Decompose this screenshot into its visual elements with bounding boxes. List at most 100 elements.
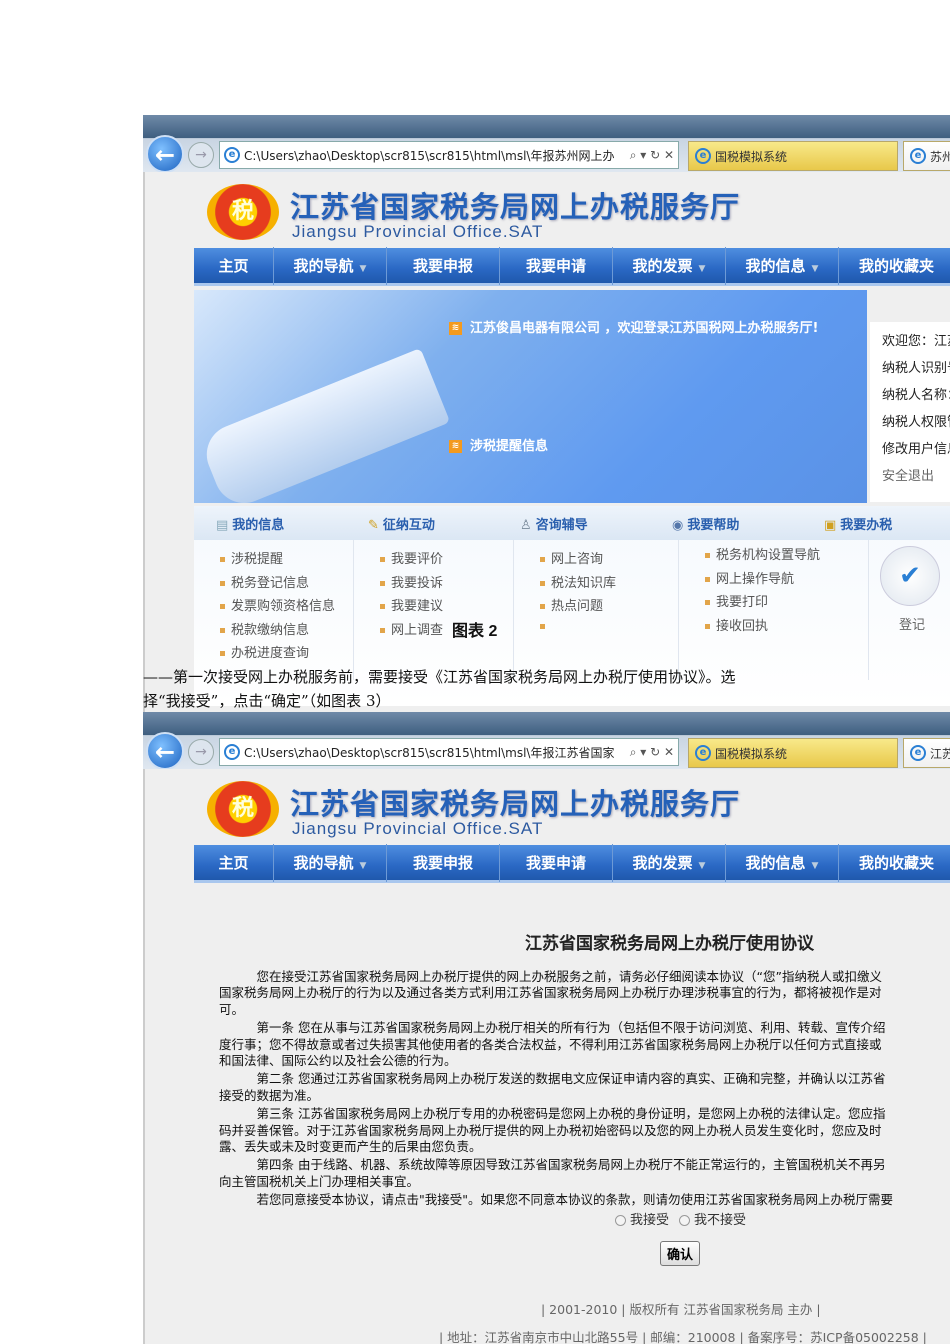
ie-icon: e [695,148,711,164]
browser-toolbar: ← → e C:\Users\zhao\Desktop\scr815\scr815… [143,712,950,770]
link-online-consult[interactable]: 网上咨询 [540,548,678,572]
main-nav: 主页 我的导航 ▼ 我要申报 我要申请 我的发票 ▼ 我的信息 ▼ 我的收藏夹 [194,246,950,286]
main-nav: 主页 我的导航 ▼ 我要申报 我要申请 我的发票 ▼ 我的信息 ▼ 我的收藏夹 [194,843,950,883]
tax-reminder-link[interactable]: ≋ 涉税提醒信息 [449,435,548,454]
nav-home[interactable]: 主页 [194,246,274,285]
forward-button[interactable]: → [188,739,214,765]
link-registration-info[interactable]: 税务登记信息 [220,572,353,596]
address-bar[interactable]: e C:\Users\zhao\Desktop\scr815\scr815\htm… [219,141,679,169]
ie-icon: e [910,148,926,164]
ie-icon: e [910,745,926,761]
link-tax-reminder[interactable]: 涉税提醒 [220,548,353,572]
nav-my-navigation[interactable]: 我的导航 ▼ [274,246,387,285]
chevron-down-icon: ▼ [359,860,367,871]
nav-favorites[interactable]: 我的收藏夹 [839,844,950,882]
section-interaction: ✎ 征纳互动 [368,517,435,533]
agreement-title: 江苏省国家税务局网上办税厅使用协议 [525,934,814,954]
site-subtitle: Jiangsu Provincial Office.SAT [292,819,544,838]
pencil-icon: ✎ [368,517,379,533]
nav-declare[interactable]: 我要申报 [387,843,500,882]
link-evaluate[interactable]: 我要评价 [380,548,513,572]
ie-icon: e [695,745,711,761]
chevron-down-icon: ▼ [811,263,819,274]
nav-declare[interactable]: 我要申报 [387,246,500,285]
browser-toolbar: ← → e C:\Users\zhao\Desktop\scr815\scr815… [143,115,950,173]
chevron-down-icon: ▼ [698,860,706,871]
link-print[interactable]: 我要打印 [705,591,868,615]
link-org-navigation[interactable]: 税务机构设置导航 [705,544,868,568]
accept-options: 我接受 我不接受 [615,1209,746,1228]
instruction-text: ——第一次接受网上办税服务前，需要接受《江苏省国家税务局网上办税厅使用协议》。选 [143,668,736,686]
register-label[interactable]: 登记 [899,614,925,633]
link-receipt[interactable]: 接收回执 [705,615,868,639]
accept-radio[interactable]: 我接受 [615,1209,669,1228]
web-page: 税 江苏省国家税务局网上办税服务厅 Jiangsu Provincial Off… [143,172,950,712]
nav-my-navigation[interactable]: 我的导航 ▼ [274,843,387,882]
nav-apply[interactable]: 我要申请 [500,843,613,882]
web-page: 税 江苏省国家税务局网上办税服务厅 Jiangsu Provincial Off… [143,769,950,1344]
nav-home[interactable]: 主页 [194,843,274,882]
link-tax-law-kb[interactable]: 税法知识库 [540,572,678,596]
section-help: ◉ 我要帮助 [672,517,740,533]
register-icon[interactable]: ✔ [880,546,940,606]
confirm-button[interactable]: 确认 [660,1241,700,1266]
back-button[interactable]: ← [146,732,184,770]
browser-tab[interactable]: e 国税模拟系统 [688,738,898,768]
nav-apply[interactable]: 我要申请 [500,246,613,285]
link-operation-guide[interactable]: 网上操作导航 [705,568,868,592]
taxpayer-id: 纳税人识别号 [882,361,950,376]
link-hot-topics[interactable]: 热点问题 [540,595,678,619]
chevron-down-icon: ▼ [811,860,819,871]
rss-icon: ≋ [449,322,462,335]
agreement-text: 您在接受江苏省国家税务局网上办税厅提供的网上办税服务之前，请务必仔细阅读本协议（… [219,969,894,1208]
reject-radio[interactable]: 我不接受 [679,1209,746,1228]
instruction-text: 择“我接受”，点击“确定”（如图表 3） [143,692,391,710]
search-refresh-close-icons[interactable]: ⌕ ▾ ↻ ✕ [630,745,674,760]
browser-tab[interactable]: e 苏州 [903,141,950,171]
figure-caption: 图表 2 [452,623,498,640]
nav-my-info[interactable]: 我的信息 ▼ [726,843,839,882]
nav-invoice[interactable]: 我的发票 ▼ [613,843,726,882]
browser-tab[interactable]: e 江苏 [903,738,950,768]
browser-tab[interactable]: e 国税模拟系统 [688,141,898,171]
site-subtitle: Jiangsu Provincial Office.SAT [292,222,544,241]
logout-link[interactable]: 安全退出 [882,465,950,492]
link-invoice-qualification[interactable]: 发票购领资格信息 [220,595,353,619]
edit-user-info-link[interactable]: 修改用户信息 [882,438,950,465]
back-button[interactable]: ← [146,135,184,173]
user-panel: 欢迎您：江苏 纳税人识别号 纳税人名称： 纳税人权限管 修改用户信息 安全退出 [870,322,950,502]
footer-copyright: | 2001-2010 | 版权所有 江苏省国家税务局 主办 | [541,1302,821,1317]
welcome-banner: ≋ 江苏俊昌电器有限公司 ，欢迎登录江苏国税网上办税服务厅! ≋ 涉税提醒信息 [194,290,867,513]
person-icon: ♙ [520,517,532,533]
site-title: 江苏省国家税务局网上办税服务厅 [290,190,741,224]
chevron-down-icon: ▼ [698,263,706,274]
section-do-tax: ▣ 我要办税 [824,517,893,533]
nav-invoice[interactable]: 我的发票 ▼ [613,246,726,285]
briefcase-icon: ▣ [824,517,837,533]
address-bar[interactable]: e C:\Users\zhao\Desktop\scr815\scr815\htm… [219,738,679,766]
tax-emblem-logo: 税 [207,184,279,240]
link-empty[interactable] [540,619,678,643]
link-suggest[interactable]: 我要建议 [380,595,513,619]
welcome-user: 欢迎您：江苏 [882,334,950,349]
site-title: 江苏省国家税务局网上办税服务厅 [290,787,741,821]
tax-emblem-logo: 税 [207,781,279,837]
taxpayer-name: 纳税人名称： [882,388,950,403]
screenshot-agreement: ← → e C:\Users\zhao\Desktop\scr815\scr815… [143,712,950,1344]
rss-icon: ≋ [449,440,462,453]
ie-icon: e [224,744,240,760]
section-my-info: ▤ 我的信息 [216,517,285,533]
search-refresh-close-icons[interactable]: ⌕ ▾ ↻ ✕ [630,148,674,163]
link-progress-query[interactable]: 办税进度查询 [220,642,353,666]
link-complain[interactable]: 我要投诉 [380,572,513,596]
ie-icon: e [224,147,240,163]
welcome-message: ≋ 江苏俊昌电器有限公司 ，欢迎登录江苏国税网上办税服务厅! [449,320,839,337]
nav-favorites[interactable]: 我的收藏夹 [839,247,950,285]
scroll-illustration [197,347,451,513]
link-tax-payment-info[interactable]: 税款缴纳信息 [220,619,353,643]
forward-button[interactable]: → [188,142,214,168]
nav-my-info[interactable]: 我的信息 ▼ [726,246,839,285]
chevron-down-icon: ▼ [359,263,367,274]
section-consult: ♙ 咨询辅导 [520,517,588,533]
taxpayer-permission-link[interactable]: 纳税人权限管 [882,411,950,438]
